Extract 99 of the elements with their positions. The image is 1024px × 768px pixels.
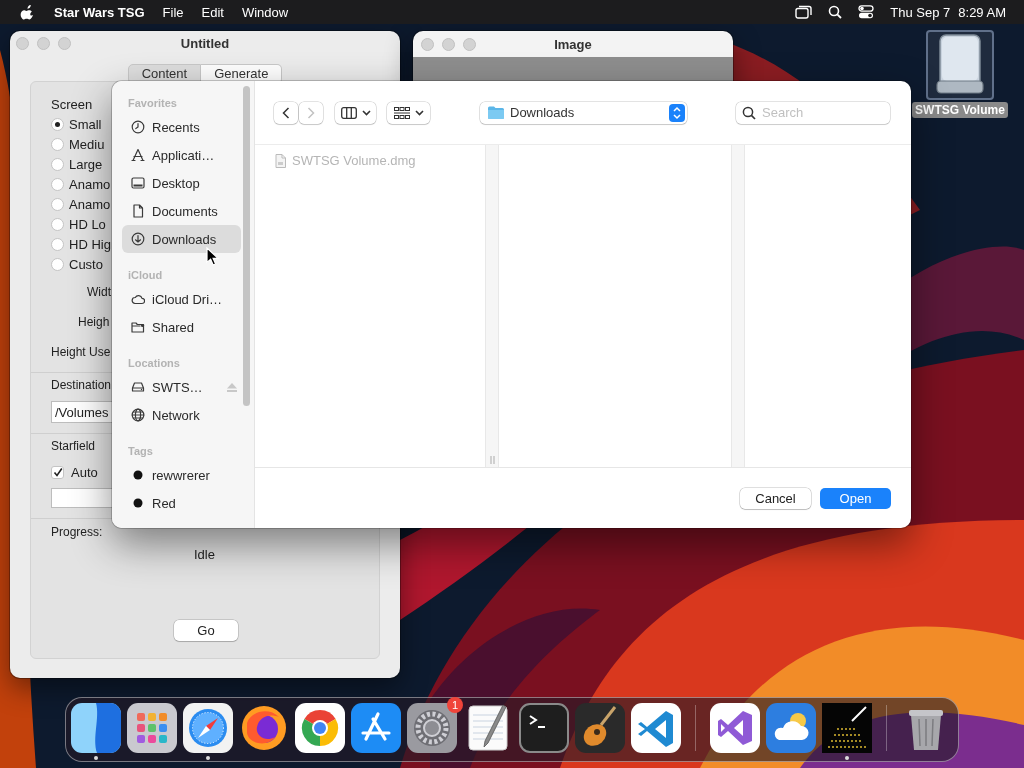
- radio-button[interactable]: [51, 177, 64, 191]
- columns-icon: [340, 106, 357, 119]
- download-icon: [131, 232, 145, 246]
- menu-item[interactable]: Window: [241, 4, 289, 20]
- checkbox-label: Auto: [71, 464, 98, 480]
- apple-icon[interactable]: [20, 4, 34, 20]
- radio-button[interactable]: [51, 237, 64, 251]
- field-label: Widt: [87, 284, 111, 301]
- radio-label: Small: [69, 116, 102, 132]
- guitar-icon[interactable]: [575, 703, 625, 753]
- sidebar-heading: Favorites: [127, 96, 178, 110]
- sidebar-item[interactable]: Network: [122, 401, 241, 429]
- radio-button[interactable]: [51, 217, 64, 231]
- go-button[interactable]: Go: [174, 620, 238, 641]
- sidebar-item[interactable]: Recents: [122, 113, 241, 141]
- sidebar-item[interactable]: Red: [122, 489, 241, 517]
- control-toggles-icon[interactable]: [858, 5, 875, 19]
- radio-label: HD Lo: [69, 216, 106, 232]
- sidebar-item[interactable]: Downloads: [122, 225, 241, 253]
- caret-icon: [414, 109, 424, 116]
- ribbon-icon[interactable]: [631, 703, 681, 753]
- search-icon[interactable]: [828, 5, 843, 19]
- app-grid-icon[interactable]: [127, 703, 177, 753]
- app-menu[interactable]: Star Wars TSG: [54, 4, 145, 20]
- radio-label: Custo: [69, 256, 103, 272]
- caret-icon: [361, 109, 371, 116]
- field-label: Height Use: [51, 344, 111, 361]
- radio-label: Anamo: [69, 196, 111, 212]
- sidebar-item[interactable]: Applicati…: [122, 141, 241, 169]
- checkbox[interactable]: [51, 465, 64, 479]
- sidebar-item[interactable]: SWTS…: [122, 373, 241, 401]
- sidebar-heading: iCloud: [127, 268, 164, 282]
- window-title: Untitled: [180, 35, 230, 51]
- menu-item[interactable]: File: [162, 4, 184, 20]
- window-stack-icon[interactable]: [795, 5, 813, 19]
- sidebar-heading: Locations: [127, 356, 181, 370]
- sidebar-item[interactable]: Documents: [122, 197, 241, 225]
- progress-label: Progress:: [51, 524, 103, 541]
- tag-dot-icon: [131, 496, 145, 510]
- flame-globe-icon[interactable]: [239, 703, 289, 753]
- section-label: Starfield: [51, 438, 96, 455]
- color-wheel-icon[interactable]: [295, 703, 345, 753]
- scrollbar[interactable]: [243, 86, 250, 406]
- clock-icon: [131, 120, 145, 134]
- section-label: Screen: [51, 96, 93, 114]
- folder-icon: [488, 106, 504, 119]
- tag-dot-icon: [131, 468, 145, 482]
- stepper-icon: [669, 103, 685, 122]
- grid-icon: [393, 106, 410, 119]
- sidebar-item[interactable]: iCloud Dri…: [122, 285, 241, 313]
- two-tone-square-icon[interactable]: [71, 703, 121, 753]
- sidebar-item[interactable]: rewwrerer: [122, 461, 241, 489]
- pointer-cursor: [206, 247, 219, 266]
- gear-icon[interactable]: [407, 703, 457, 753]
- radio-label: Mediu: [69, 136, 105, 152]
- tab[interactable]: Content: [127, 64, 202, 84]
- cloud-sun-icon[interactable]: [766, 703, 816, 753]
- tab[interactable]: Generate: [201, 64, 283, 84]
- radio-label: Large: [69, 156, 103, 172]
- back-button[interactable]: [274, 101, 298, 124]
- radio-label: Anamo: [69, 176, 111, 192]
- location-popup[interactable]: Downloads: [480, 101, 687, 124]
- radio-label: HD Hig: [69, 236, 111, 252]
- group-button[interactable]: [387, 101, 430, 124]
- radio-button[interactable]: [51, 257, 64, 271]
- radio-button[interactable]: [51, 197, 64, 211]
- view-mode-button[interactable]: [335, 101, 376, 124]
- drive-icon: [131, 380, 145, 394]
- globe-icon: [131, 408, 145, 422]
- crossed-lines-icon[interactable]: [351, 703, 401, 753]
- cloud-icon: [131, 292, 145, 306]
- section-label: Destination: [51, 377, 112, 394]
- radio-button[interactable]: [51, 117, 64, 131]
- search-field[interactable]: Search: [736, 101, 890, 124]
- file-icon: [275, 153, 286, 168]
- chevron-left-icon: [282, 106, 290, 119]
- dialog-button[interactable]: Cancel: [740, 487, 811, 509]
- document-icon: [131, 204, 145, 218]
- sidebar-item[interactable]: Shared: [122, 313, 241, 341]
- status-text: Idle: [194, 546, 215, 564]
- shared-folder-icon: [131, 320, 145, 334]
- menu-item[interactable]: Edit: [201, 4, 224, 20]
- menu-time[interactable]: 8:29 AM: [958, 4, 1006, 20]
- field-label: Heigh: [78, 314, 110, 331]
- loop-icon[interactable]: [710, 703, 760, 753]
- desktop-icon: [131, 176, 145, 190]
- radio-button[interactable]: [51, 137, 64, 151]
- dialog-button[interactable]: Open: [820, 487, 891, 509]
- menu-date[interactable]: Thu Sep 7: [890, 4, 951, 20]
- search-icon: [742, 105, 756, 120]
- terminal-icon[interactable]: [519, 703, 569, 753]
- starfield-icon[interactable]: [822, 703, 872, 753]
- resize-handle-icon[interactable]: [489, 456, 495, 464]
- window-title: Image: [554, 36, 592, 52]
- sidebar-item[interactable]: Desktop: [122, 169, 241, 197]
- radio-button[interactable]: [51, 157, 64, 171]
- sidebar-heading: Tags: [127, 444, 154, 458]
- compass-icon[interactable]: [183, 703, 233, 753]
- chevron-right-icon: [307, 106, 315, 119]
